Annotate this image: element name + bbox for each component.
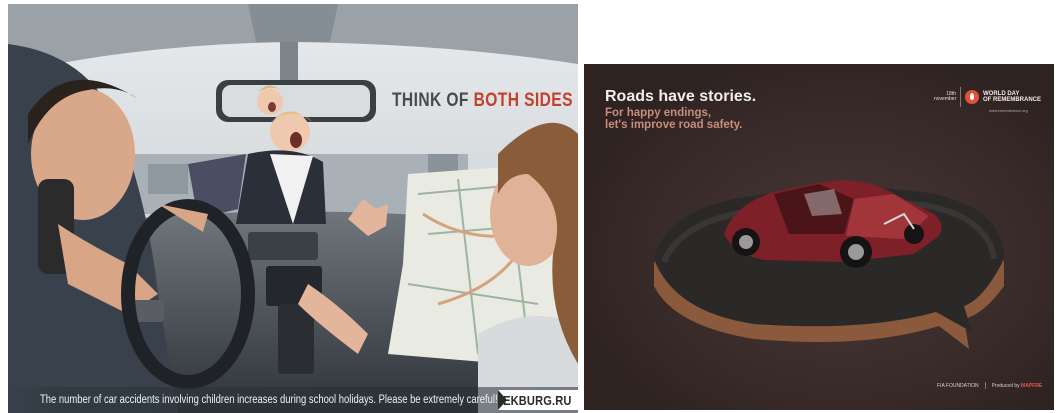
- headline-part-dark: THINK OF: [392, 90, 474, 111]
- ad-headline: THINK OF BOTH SIDES: [392, 90, 573, 112]
- logo-org-line-2: OF REMEMBRANCE: [983, 97, 1041, 103]
- ad-caption: The number of car accidents involving ch…: [40, 394, 498, 406]
- flame-icon: [965, 90, 979, 104]
- footer-sponsor: FIA FOUNDATION: [937, 382, 979, 389]
- headline-part-accent: BOTH SIDES: [473, 90, 573, 111]
- brand-badge: EKBURG.RU: [498, 390, 578, 410]
- footer-producer-brand: MAPFRE: [1021, 382, 1043, 389]
- logo-divider: [960, 87, 961, 107]
- logo-url: wdoremembrance.org: [989, 108, 1028, 113]
- logo-org: WORLD DAY OF REMEMBRANCE: [983, 91, 1041, 104]
- subtitle-line-1: For happy endings,: [605, 107, 712, 119]
- footer-producer-prefix: Produced by: [991, 382, 1020, 389]
- logo-date-month: november: [934, 96, 957, 102]
- world-day-logo: 18th november WORLD DAY OF REMEMBRANCE: [934, 86, 1041, 108]
- brand-name: EKBURG.RU: [503, 392, 572, 408]
- logo-date: 18th november: [934, 91, 957, 103]
- ad-footer: FIA FOUNDATION Produced by MAPFRE: [937, 382, 1042, 389]
- ad-subtitle: For happy endings, let's improve road sa…: [605, 107, 742, 131]
- subtitle-line-2: let's improve road safety.: [605, 119, 743, 131]
- car-interior-photo: [8, 4, 578, 413]
- footer-producer: Produced by MAPFRE: [992, 383, 1043, 389]
- footer-divider: [984, 382, 986, 389]
- road-safety-ad-left: THINK OF BOTH SIDES The number of car ac…: [8, 4, 578, 413]
- road-safety-ad-right: Roads have stories. For happy endings, l…: [584, 64, 1054, 410]
- ad-title: Roads have stories.: [605, 88, 757, 105]
